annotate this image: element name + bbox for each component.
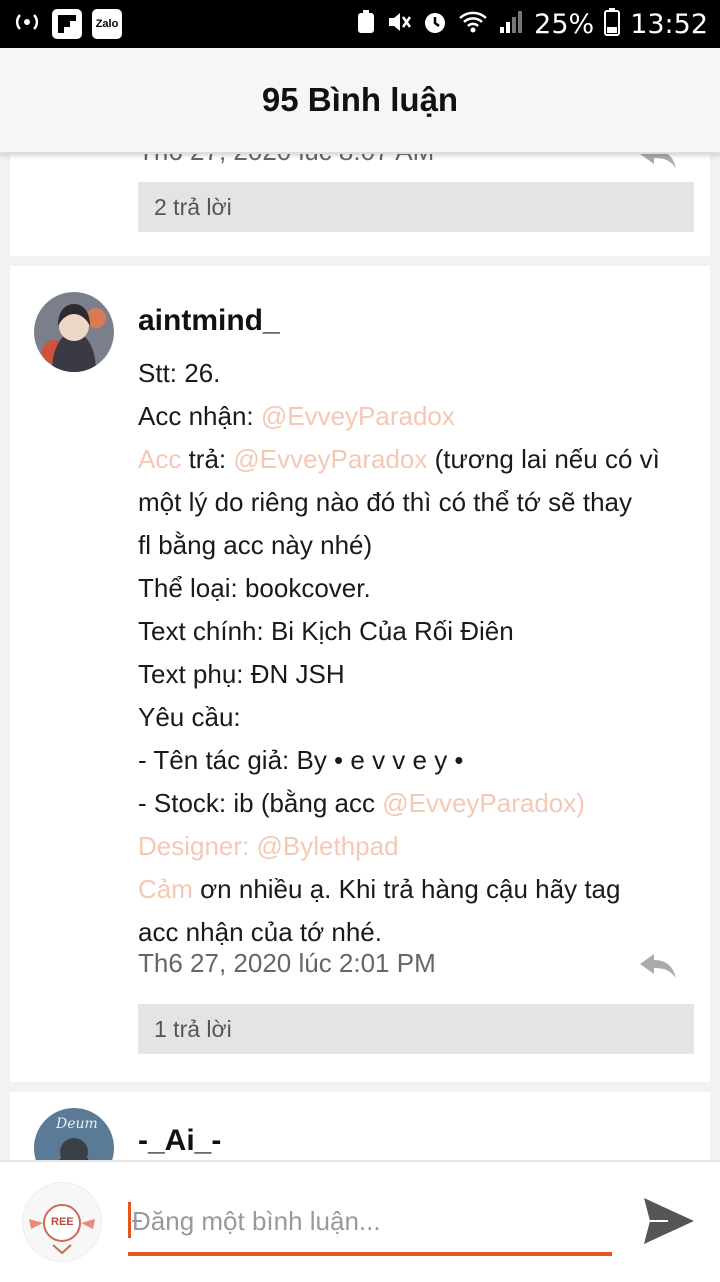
comment-input[interactable]	[132, 1196, 602, 1246]
flipboard-icon	[52, 9, 82, 39]
status-bar-left: Zalo	[12, 9, 122, 39]
battery-percent: 25%	[534, 8, 595, 40]
comment-text: acc nhận của tớ nhé.	[138, 917, 382, 947]
comment-line: - Tên tác giả: By • e v v e y •	[138, 739, 690, 782]
app-header: 95 Bình luận	[0, 48, 720, 154]
comment-line: Acc trả: @EvveyParadox (tương lai nếu có…	[138, 438, 690, 481]
comment-card: aintmind_ Stt: 26. Acc nhận: @EvveyParado…	[10, 266, 710, 1082]
comment-timestamp: Th6 27, 2020 lúc 2:01 PM	[138, 948, 436, 978]
clock: 13:52	[630, 8, 708, 40]
mention-link[interactable]: @EvveyParadox	[233, 444, 427, 474]
comment-body: Stt: 26. Acc nhận: @EvveyParadox Acc trả: …	[138, 352, 690, 954]
comment-text: Thể loại: bookcover.	[138, 573, 371, 603]
comment-line: fl bằng acc này nhé)	[138, 524, 690, 567]
comment-text: ơn nhiều ạ. Khi trả hàng cậu hãy tag	[192, 874, 621, 904]
comment-line: một lý do riêng nào đó thì có thể tớ sẽ …	[138, 481, 690, 524]
send-button[interactable]	[640, 1192, 698, 1255]
comment-composer: REE	[0, 1160, 720, 1282]
comment-line: Designer: @Bylethpad	[138, 825, 690, 868]
battery-icon	[604, 8, 621, 40]
reply-icon[interactable]	[638, 952, 678, 980]
alarm-icon	[422, 9, 448, 39]
comment-text: fl bằng acc này nhé)	[138, 530, 373, 560]
comment-input-wrapper	[128, 1196, 612, 1256]
comment-text: - Tên tác giả: By • e v v e y •	[138, 745, 464, 775]
avatar-caption: Deum	[56, 1116, 98, 1132]
separator	[10, 1082, 710, 1092]
mention-link[interactable]: Designer: @Bylethpad	[138, 831, 399, 861]
zalo-icon: Zalo	[92, 9, 122, 39]
avatar[interactable]: Deum	[34, 1108, 114, 1160]
page-title: 95 Bình luận	[261, 81, 459, 118]
comment-text: Text phụ: ĐN JSH	[138, 659, 345, 689]
replies-count-label: 2 trả lời	[154, 193, 232, 220]
view-replies-button[interactable]: 2 trả lời	[138, 182, 694, 232]
view-replies-button[interactable]: 1 trả lời	[138, 1004, 694, 1054]
comment-card-next: Deum -_Ai_-	[10, 1092, 710, 1160]
comment-text: trả:	[181, 444, 234, 474]
mute-icon	[386, 9, 412, 39]
comment-text: Text chính: Bi Kịch Của Rối Điên	[138, 616, 514, 646]
status-bar: Zalo 25% 13:52	[0, 0, 720, 48]
separator	[10, 256, 710, 266]
comment-line: Thể loại: bookcover.	[138, 567, 690, 610]
send-icon	[644, 1198, 694, 1244]
comment-line: Stt: 26.	[138, 352, 690, 395]
hotspot-icon	[12, 10, 42, 38]
replies-count-label: 1 trả lời	[154, 1015, 232, 1042]
avatar-caption: REE	[51, 1216, 74, 1228]
status-bar-right: 25% 13:52	[356, 8, 708, 40]
wifi-icon	[458, 9, 488, 39]
comment-line: Text phụ: ĐN JSH	[138, 653, 690, 696]
comment-line: Text chính: Bi Kịch Của Rối Điên	[138, 610, 690, 653]
comment-line: Yêu cầu:	[138, 696, 690, 739]
avatar: REE	[22, 1182, 102, 1262]
mention-link[interactable]: @EvveyParadox)	[382, 788, 585, 818]
comment-username[interactable]: aintmind_	[138, 304, 280, 338]
comment-line: - Stock: ib (bằng acc @EvveyParadox)	[138, 782, 690, 825]
comment-text: Yêu cầu:	[138, 702, 241, 732]
text-cursor	[128, 1202, 131, 1238]
comment-line: Cảm ơn nhiều ạ. Khi trả hàng cậu hãy tag	[138, 868, 690, 911]
comment-text: - Stock: ib (bằng acc	[138, 788, 383, 818]
mention-link[interactable]: Cảm	[138, 874, 193, 904]
comment-text: một lý do riêng nào đó thì có thể tớ sẽ …	[138, 487, 632, 517]
mention-link[interactable]: @EvveyParadox	[261, 401, 455, 431]
mention-link[interactable]: Acc	[138, 444, 181, 474]
comment-username[interactable]: -_Ai_-	[138, 1124, 221, 1158]
comment-list[interactable]: Th6 27, 2020 lúc 8:07 AM 2 trả lời aintm…	[10, 130, 710, 1160]
signal-icon	[498, 9, 524, 39]
avatar[interactable]	[34, 292, 114, 372]
comment-text: (tương lai nếu có vì	[427, 444, 660, 474]
comment-line: Acc nhận: @EvveyParadox	[138, 395, 690, 438]
notification-icon	[356, 9, 376, 39]
comment-text: Acc nhận:	[138, 401, 261, 431]
comment-text: Stt: 26.	[138, 358, 221, 388]
